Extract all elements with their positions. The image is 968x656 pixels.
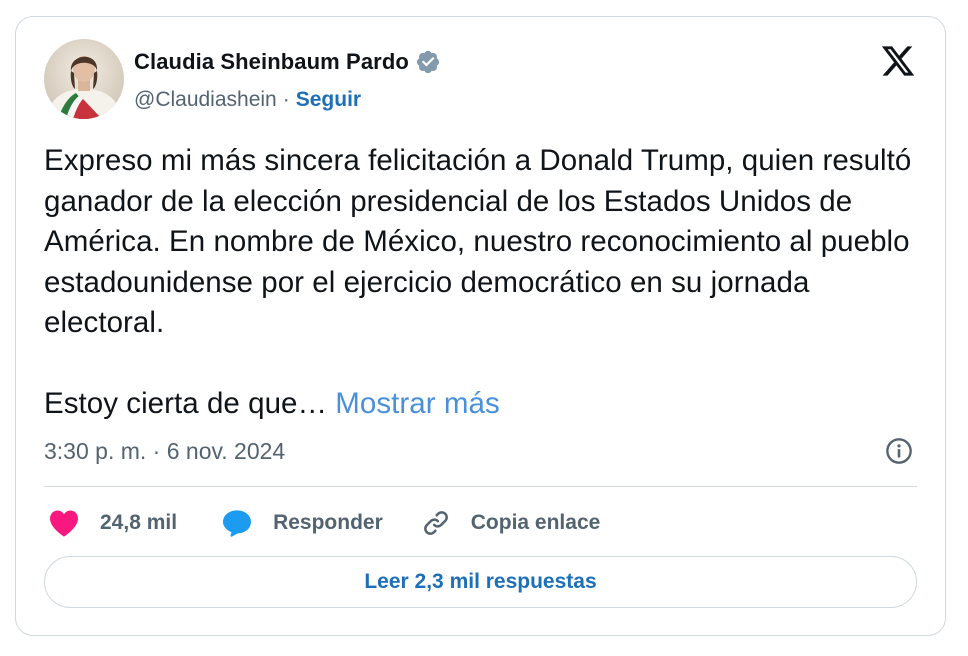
info-icon[interactable]: [885, 437, 913, 465]
speech-bubble-icon: [223, 510, 252, 537]
avatar-image: [44, 39, 124, 119]
reply-label: Responder: [273, 511, 383, 534]
x-logo-icon[interactable]: [879, 43, 917, 79]
heart-icon: [50, 510, 78, 537]
action-bar: 24,8 mil Responder Copia enlace: [44, 503, 600, 543]
tweet-text: Expreso mi más sincera felicitación a Do…: [44, 141, 924, 424]
avatar[interactable]: [44, 39, 124, 119]
author-name-row: Claudia Sheinbaum Pardo: [134, 47, 441, 77]
separator-dot: ·: [282, 88, 290, 111]
tweet-paragraph-truncated: Estoy cierta de que… Mostrar más: [44, 384, 924, 425]
author-handle-row: @Claudiashein · Seguir: [134, 85, 361, 115]
tweet-paragraph: Expreso mi más sincera felicitación a Do…: [44, 144, 912, 339]
author-display-name[interactable]: Claudia Sheinbaum Pardo: [134, 49, 409, 75]
like-count: 24,8 mil: [100, 511, 178, 534]
like-button[interactable]: 24,8 mil: [48, 503, 177, 543]
tweet-truncated-text: Estoy cierta de que…: [44, 386, 328, 420]
copy-link-label: Copia enlace: [470, 511, 601, 534]
verified-badge-icon: [416, 50, 440, 74]
reply-button[interactable]: Responder: [221, 503, 383, 543]
tweet-card: Claudia Sheinbaum Pardo @Claudiashein · …: [15, 16, 946, 636]
divider: [44, 486, 917, 487]
author-handle[interactable]: @Claudiashein: [134, 88, 277, 112]
link-icon: [423, 511, 448, 535]
follow-button[interactable]: Seguir: [296, 88, 361, 112]
copy-link-button[interactable]: Copia enlace: [421, 503, 601, 543]
show-more-link[interactable]: Mostrar más: [335, 387, 499, 420]
read-replies-button[interactable]: Leer 2,3 mil respuestas: [44, 556, 917, 608]
tweet-timestamp[interactable]: 3:30 p. m. · 6 nov. 2024: [44, 435, 285, 467]
